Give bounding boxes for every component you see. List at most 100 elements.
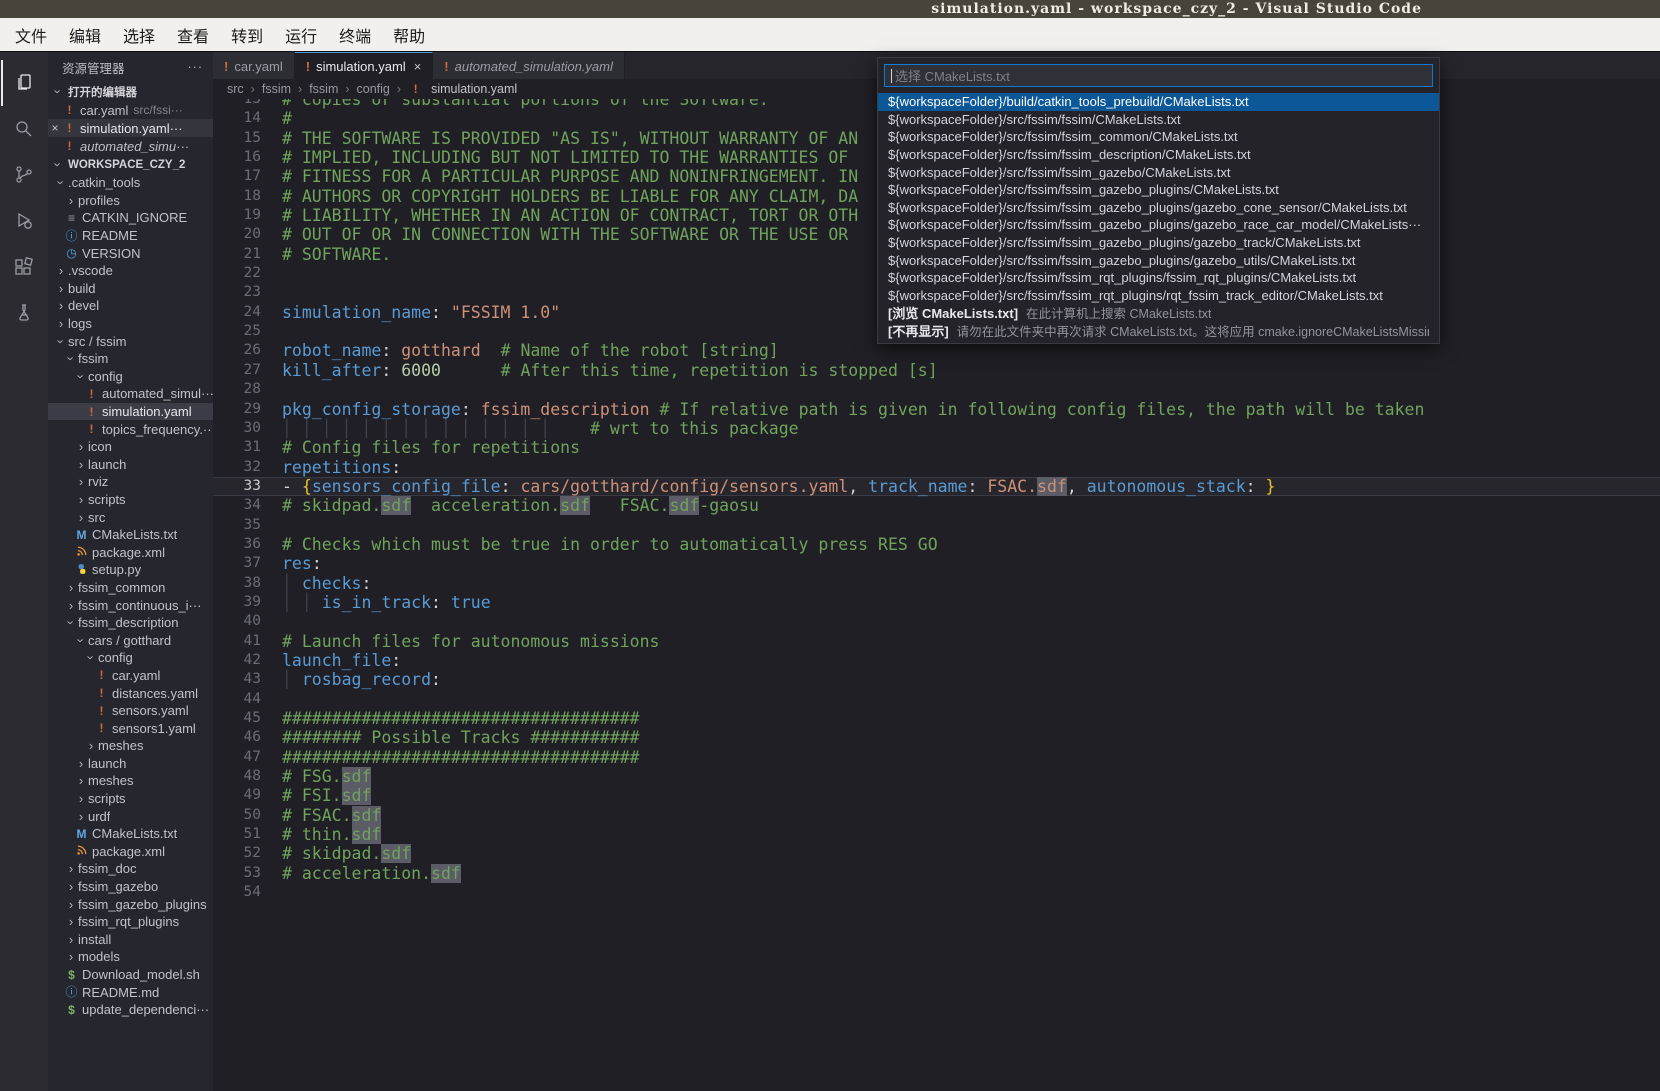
breadcrumb-part[interactable]: config <box>357 82 390 96</box>
tree-item[interactable]: ›fssim_continuous_i··· <box>48 596 213 614</box>
quickpick-item[interactable]: ${workspaceFolder}/src/fssim/fssim_rqt_p… <box>878 269 1439 287</box>
tree-item[interactable]: ›src <box>48 508 213 526</box>
open-editor-item[interactable]: !car.yamlsrc/fssi··· <box>48 101 213 119</box>
tree-item[interactable]: setup.py <box>48 561 213 579</box>
code-line-50: 50# FSAC.sdf <box>213 806 1660 825</box>
menu-item-转到[interactable]: 转到 <box>220 23 274 47</box>
quickpick-item[interactable]: ${workspaceFolder}/src/fssim/fssim_gazeb… <box>878 216 1439 234</box>
tab-automated_simulation.yaml[interactable]: !automated_simulation.yaml <box>433 52 625 79</box>
tree-item[interactable]: ›scripts <box>48 790 213 808</box>
quick-pick-input[interactable]: 选择 CMakeLists.txt <box>884 64 1433 87</box>
tree-item[interactable]: ›meshes <box>48 737 213 755</box>
quickpick-command-item[interactable]: [不再显示]请勿在此文件夹中再次请求 CMakeLists.txt。这将应用 c… <box>878 322 1439 340</box>
menu-item-编辑[interactable]: 编辑 <box>58 23 112 47</box>
tree-item[interactable]: ›.vscode <box>48 262 213 280</box>
tree-item-label: scripts <box>88 791 126 806</box>
menu-item-文件[interactable]: 文件 <box>4 23 58 47</box>
code-line-content: res: <box>261 554 322 573</box>
menu-item-帮助[interactable]: 帮助 <box>382 23 436 47</box>
tree-item[interactable]: ›urdf <box>48 807 213 825</box>
quickpick-item[interactable]: ${workspaceFolder}/build/catkin_tools_pr… <box>878 93 1439 111</box>
tree-item[interactable]: $update_dependenci··· <box>48 1001 213 1019</box>
tree-item[interactable]: ›install <box>48 931 213 949</box>
chevron-right-icon: › <box>345 82 349 96</box>
code-line-41: 41# Launch files for autonomous missions <box>213 632 1660 651</box>
tree-item[interactable]: ›fssim_gazebo_plugins <box>48 895 213 913</box>
tree-item[interactable]: ›fssim_gazebo <box>48 878 213 896</box>
breadcrumb-part[interactable]: src <box>227 82 244 96</box>
tree-item[interactable]: ›meshes <box>48 772 213 790</box>
tree-item[interactable]: ›fssim_common <box>48 579 213 597</box>
menu-item-选择[interactable]: 选择 <box>112 23 166 47</box>
quickpick-item[interactable]: ${workspaceFolder}/src/fssim/fssim_gazeb… <box>878 181 1439 199</box>
tree-item[interactable]: ›scripts <box>48 491 213 509</box>
tree-item[interactable]: ›fssim_rqt_plugins <box>48 913 213 931</box>
menu-item-查看[interactable]: 查看 <box>166 23 220 47</box>
activity-test-flask-icon[interactable] <box>1 290 47 336</box>
tree-item[interactable]: ›launch <box>48 456 213 474</box>
code-line-content: # skidpad.sdf acceleration.sdf FSAC.sdf-… <box>261 496 759 515</box>
open-editors-header[interactable]: › 打开的编辑器 <box>48 82 213 101</box>
menu-item-运行[interactable]: 运行 <box>274 23 328 47</box>
tree-item[interactable]: ›models <box>48 948 213 966</box>
tree-item[interactable]: ⓘREADME.md <box>48 983 213 1001</box>
tree-item-label: fssim_gazebo_plugins <box>78 897 207 912</box>
tree-item[interactable]: !automated_simul··· <box>48 385 213 403</box>
tree-item[interactable]: ›.catkin_tools <box>48 174 213 192</box>
activity-source-control-icon[interactable] <box>1 152 47 198</box>
tab-car.yaml[interactable]: !car.yaml <box>213 52 295 79</box>
tree-item[interactable]: ›fssim_doc <box>48 860 213 878</box>
quickpick-item[interactable]: ${workspaceFolder}/src/fssim/fssim_gazeb… <box>878 234 1439 252</box>
tree-item[interactable]: ›build <box>48 280 213 298</box>
quickpick-item[interactable]: ${workspaceFolder}/src/fssim/fssim_gazeb… <box>878 251 1439 269</box>
activity-run-debug-icon[interactable] <box>1 198 47 244</box>
tree-item[interactable]: !sensors.yaml <box>48 702 213 720</box>
tab-simulation.yaml[interactable]: !simulation.yaml× <box>295 52 434 79</box>
tree-item[interactable]: ›config <box>48 649 213 667</box>
tree-item[interactable]: !simulation.yaml <box>48 403 213 421</box>
tree-item[interactable]: ›rviz <box>48 473 213 491</box>
tree-item[interactable]: $Download_model.sh <box>48 966 213 984</box>
tree-item[interactable]: !topics_frequency.··· <box>48 420 213 438</box>
tree-item[interactable]: ›logs <box>48 315 213 333</box>
quickpick-item[interactable]: ${workspaceFolder}/src/fssim/fssim/CMake… <box>878 111 1439 129</box>
tree-item[interactable]: ◷VERSION <box>48 244 213 262</box>
quickpick-item[interactable]: ${workspaceFolder}/src/fssim/fssim_commo… <box>878 128 1439 146</box>
tree-item[interactable]: MCMakeLists.txt <box>48 825 213 843</box>
tree-item[interactable]: ›launch <box>48 755 213 773</box>
activity-search-icon[interactable] <box>1 106 47 152</box>
breadcrumb-file[interactable]: !simulation.yaml <box>408 82 517 96</box>
close-icon[interactable]: × <box>48 121 62 135</box>
menu-item-终端[interactable]: 终端 <box>328 23 382 47</box>
quickpick-item[interactable]: ${workspaceFolder}/src/fssim/fssim_gazeb… <box>878 199 1439 217</box>
tree-item[interactable]: package.xml <box>48 543 213 561</box>
tree-item[interactable]: !sensors1.yaml <box>48 719 213 737</box>
workspace-header[interactable]: › WORKSPACE_CZY_2 <box>48 155 213 174</box>
tree-item[interactable]: MCMakeLists.txt <box>48 526 213 544</box>
tree-item[interactable]: ›fssim <box>48 350 213 368</box>
tree-item[interactable]: package.xml <box>48 843 213 861</box>
tree-item[interactable]: ›src / fssim <box>48 332 213 350</box>
open-editor-item[interactable]: !automated_simu··· <box>48 137 213 155</box>
quickpick-item[interactable]: ${workspaceFolder}/src/fssim/fssim_descr… <box>878 146 1439 164</box>
tree-item[interactable]: !car.yaml <box>48 667 213 685</box>
tree-item[interactable]: ›icon <box>48 438 213 456</box>
quickpick-command-item[interactable]: [浏览 CMakeLists.txt]在此计算机上搜索 CMakeLists.t… <box>878 304 1439 322</box>
tree-item[interactable]: ›cars / gotthard <box>48 631 213 649</box>
tree-item[interactable]: ›profiles <box>48 192 213 210</box>
open-editor-item[interactable]: ×!simulation.yaml··· <box>48 119 213 137</box>
close-icon[interactable]: × <box>414 59 422 74</box>
tree-item[interactable]: ≡CATKIN_IGNORE <box>48 209 213 227</box>
tree-item[interactable]: ›devel <box>48 297 213 315</box>
quickpick-item[interactable]: ${workspaceFolder}/src/fssim/fssim_rqt_p… <box>878 287 1439 305</box>
breadcrumb-part[interactable]: fssim <box>309 82 338 96</box>
quickpick-item[interactable]: ${workspaceFolder}/src/fssim/fssim_gazeb… <box>878 163 1439 181</box>
more-actions-icon[interactable]: ··· <box>188 60 204 74</box>
tree-item[interactable]: ›config <box>48 368 213 386</box>
activity-extensions-icon[interactable] <box>1 244 47 290</box>
breadcrumb-part[interactable]: fssim <box>262 82 291 96</box>
tree-item[interactable]: !distances.yaml <box>48 684 213 702</box>
activity-explorer-icon[interactable] <box>1 60 47 106</box>
tree-item[interactable]: ⓘREADME <box>48 227 213 245</box>
tree-item[interactable]: ›fssim_description <box>48 614 213 632</box>
